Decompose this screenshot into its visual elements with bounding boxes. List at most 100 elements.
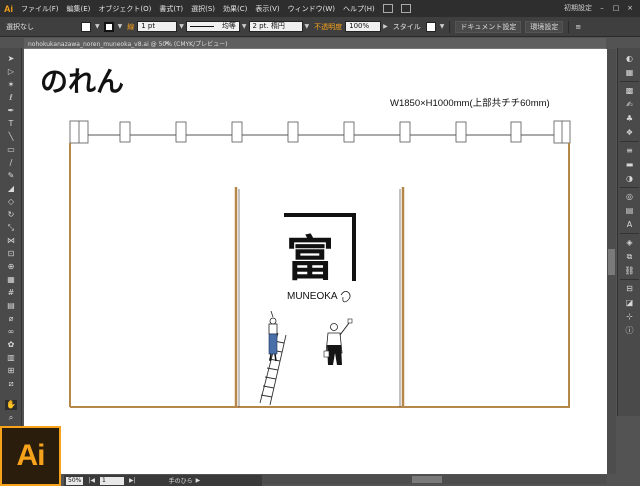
- layers-stack-icon[interactable]: ◈: [623, 238, 636, 248]
- rectangle-tool-icon[interactable]: ▭: [5, 145, 17, 155]
- eyedropper-tool-icon[interactable]: ⌀: [5, 314, 17, 324]
- artboards-panel-icon[interactable]: ⧉: [623, 252, 636, 262]
- close-icon[interactable]: ×: [164, 39, 170, 47]
- type-tool-icon[interactable]: T: [5, 119, 17, 129]
- panel-menu-icon[interactable]: ≡: [572, 23, 584, 31]
- artboard-number-field[interactable]: 1: [99, 476, 124, 485]
- blend-tool-icon[interactable]: ∞: [5, 327, 17, 337]
- chevron-down-icon[interactable]: ▼: [303, 23, 312, 30]
- status-menu-icon[interactable]: ▶: [193, 477, 204, 484]
- pen-tool-icon[interactable]: ✒: [5, 106, 17, 116]
- menu-object[interactable]: オブジェクト(O): [94, 4, 155, 14]
- stroke-panel-icon[interactable]: ≡: [623, 146, 636, 156]
- pathfinder-panel-icon[interactable]: ◪: [623, 298, 636, 308]
- graphic-style-swatch[interactable]: [425, 21, 436, 32]
- opacity-field[interactable]: 100%: [345, 21, 382, 32]
- blob-brush-tool-icon[interactable]: ◢: [5, 184, 17, 194]
- divider: [620, 279, 639, 280]
- vertical-scrollbar[interactable]: [607, 49, 616, 474]
- menu-file[interactable]: ファイル(F): [17, 4, 63, 14]
- menu-effect[interactable]: 効果(C): [219, 4, 251, 14]
- chevron-right-icon[interactable]: ▶: [381, 23, 390, 30]
- gradient-tool-icon[interactable]: ▤: [5, 301, 17, 311]
- rotate-tool-icon[interactable]: ↻: [5, 210, 17, 220]
- magic-wand-tool-icon[interactable]: ✶: [5, 80, 17, 90]
- stroke-weight-field[interactable]: 1 pt: [137, 21, 178, 32]
- lasso-tool-icon[interactable]: ℓ: [5, 93, 17, 103]
- shape-builder-tool-icon[interactable]: ⊕: [5, 262, 17, 272]
- horizontal-scrollbar[interactable]: [262, 475, 607, 484]
- gradient-panel-icon[interactable]: ▬: [623, 160, 636, 170]
- close-window-button[interactable]: ×: [624, 3, 636, 13]
- selection-tool-icon[interactable]: ➤: [5, 54, 17, 64]
- info-panel-icon[interactable]: ⓘ: [623, 326, 636, 336]
- swatches-panel-icon[interactable]: ▩: [623, 86, 636, 96]
- tools-panel: ➤ ▷ ✶ ℓ ✒ T ╲ ▭ ∕ ✎ ◢ ◇ ↻ ⤡ ⋈ ⊡ ⊕ ▦ # ▤ …: [0, 48, 22, 426]
- next-artboard-icon[interactable]: ▶|: [126, 477, 139, 484]
- document-tab[interactable]: nohokukanazawa_noren_muneoka_v8.ai @ 50%…: [24, 38, 606, 49]
- menu-type[interactable]: 書式(T): [155, 4, 187, 14]
- eraser-tool-icon[interactable]: ◇: [5, 197, 17, 207]
- artwork-title: のれん: [40, 66, 124, 97]
- paintbrush-tool-icon[interactable]: ∕: [5, 158, 17, 168]
- divider: [620, 187, 639, 188]
- horizontal-scroll-thumb[interactable]: [412, 476, 442, 483]
- transform-panel-icon[interactable]: ⊹: [623, 312, 636, 322]
- color-guide-icon[interactable]: ▦: [623, 68, 636, 78]
- preferences-button[interactable]: 環境設定: [525, 20, 564, 33]
- chevron-down-icon[interactable]: ▼: [116, 23, 125, 30]
- links-panel-icon[interactable]: ⛓: [623, 266, 636, 276]
- mesh-tool-icon[interactable]: #: [5, 288, 17, 298]
- line-tool-icon[interactable]: ╲: [5, 132, 17, 142]
- minimize-button[interactable]: –: [596, 3, 608, 13]
- first-artboard-icon[interactable]: |◀: [85, 477, 98, 484]
- align-panel-icon[interactable]: ⊟: [623, 284, 636, 294]
- pencil-tool-icon[interactable]: ✎: [5, 171, 17, 181]
- chevron-down-icon[interactable]: ▼: [177, 23, 186, 30]
- variable-width-profile[interactable]: 均等: [185, 21, 240, 32]
- stroke-label[interactable]: 線: [124, 22, 137, 32]
- brushes-panel-icon[interactable]: ✍: [623, 100, 636, 110]
- scale-tool-icon[interactable]: ⤡: [5, 223, 17, 233]
- vertical-scroll-thumb[interactable]: [608, 249, 615, 275]
- chevron-down-icon[interactable]: ▼: [240, 23, 249, 30]
- color-panel-icon[interactable]: ◐: [623, 54, 636, 64]
- document-tab-title[interactable]: nohokukanazawa_noren_muneoka_v8.ai @ 50%…: [28, 39, 227, 48]
- character-panel-icon[interactable]: A: [623, 220, 636, 230]
- menu-select[interactable]: 選択(S): [187, 4, 219, 14]
- zoom-tool-icon[interactable]: ⌕: [5, 413, 17, 423]
- arrange-documents-icon[interactable]: [400, 4, 411, 13]
- layers-panel-icon[interactable]: ▤: [623, 206, 636, 216]
- chevron-down-icon[interactable]: ▼: [438, 23, 447, 30]
- direct-selection-tool-icon[interactable]: ▷: [5, 67, 17, 77]
- control-bar: 選択なし ▼ ▼ 線 1 pt ▼ 均等 ▼ 2 pt. 楕円 ▼ 不透明度 1…: [0, 17, 640, 37]
- hand-tool-icon[interactable]: ✋: [5, 400, 17, 410]
- document-setup-button[interactable]: ドキュメント設定: [455, 20, 522, 33]
- brush-definition[interactable]: 2 pt. 楕円: [248, 21, 303, 32]
- bridge-icon[interactable]: [382, 4, 393, 13]
- menu-help[interactable]: ヘルプ(H): [339, 4, 379, 14]
- appearance-panel-icon[interactable]: ◎: [623, 192, 636, 202]
- fill-swatch[interactable]: [81, 21, 91, 32]
- symbols-panel-icon[interactable]: ♣: [623, 114, 636, 124]
- stroke-swatch[interactable]: [103, 21, 114, 32]
- graphic-styles-icon[interactable]: ❖: [623, 128, 636, 138]
- free-transform-tool-icon[interactable]: ⊡: [5, 249, 17, 259]
- artboard-tool-icon[interactable]: ⊞: [5, 366, 17, 376]
- opacity-label[interactable]: 不透明度: [311, 22, 345, 32]
- slice-tool-icon[interactable]: ⧄: [5, 379, 17, 389]
- menu-window[interactable]: ウィンドウ(W): [284, 4, 339, 14]
- column-graph-tool-icon[interactable]: ▥: [5, 353, 17, 363]
- workspace-switcher[interactable]: 初期設定: [564, 3, 592, 13]
- width-tool-icon[interactable]: ⋈: [5, 236, 17, 246]
- menu-edit[interactable]: 編集(E): [63, 4, 95, 14]
- selection-status: 選択なし: [6, 22, 34, 31]
- symbol-sprayer-tool-icon[interactable]: ✿: [5, 340, 17, 350]
- maximize-button[interactable]: □: [610, 3, 622, 13]
- zoom-field[interactable]: 50%: [66, 476, 84, 485]
- chevron-down-icon[interactable]: ▼: [93, 23, 102, 30]
- menu-view[interactable]: 表示(V): [251, 4, 283, 14]
- perspective-grid-tool-icon[interactable]: ▦: [5, 275, 17, 285]
- artboard-canvas[interactable]: のれん W1850×H1000mm(上部共チチ60mm) 富 MUNEOKA: [24, 49, 607, 474]
- transparency-panel-icon[interactable]: ◑: [623, 174, 636, 184]
